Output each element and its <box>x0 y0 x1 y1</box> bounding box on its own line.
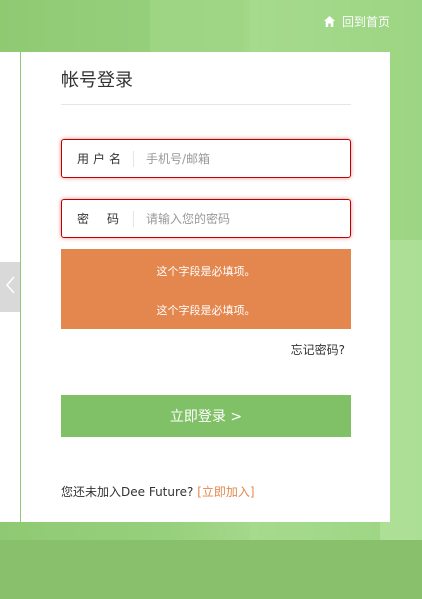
home-link[interactable]: 回到首页 <box>323 13 390 30</box>
username-field[interactable]: 用户名 <box>61 139 351 178</box>
join-link[interactable]: [立即加入] <box>197 485 254 499</box>
login-button[interactable]: 立即登录 > <box>61 395 351 437</box>
title-divider <box>61 104 351 105</box>
error-message: 这个字段是必填项。 <box>156 265 256 278</box>
login-card: 帐号登录 用户名 密码 这个字段是必填项。 这个字段是必填项。 忘记密码? 立即… <box>21 52 390 522</box>
password-input[interactable] <box>134 210 350 227</box>
page-title: 帐号登录 <box>61 70 133 91</box>
background-footer <box>0 540 422 599</box>
home-link-label: 回到首页 <box>341 15 390 29</box>
background-panel <box>150 0 245 60</box>
password-label: 密码 <box>62 210 134 227</box>
join-row: 您还未加入Dee Future? [立即加入] <box>61 483 255 500</box>
error-box: 这个字段是必填项。 这个字段是必填项。 <box>61 249 351 329</box>
chevron-left-icon <box>4 275 16 299</box>
error-message: 这个字段是必填项。 <box>156 304 256 317</box>
join-text: 您还未加入Dee Future? <box>61 485 194 499</box>
username-label: 用户名 <box>62 150 134 167</box>
home-icon <box>323 15 336 28</box>
password-field[interactable]: 密码 <box>61 199 351 238</box>
username-input[interactable] <box>134 150 350 167</box>
previous-arrow-button[interactable] <box>0 262 20 312</box>
forgot-password-link[interactable]: 忘记密码? <box>291 341 345 358</box>
